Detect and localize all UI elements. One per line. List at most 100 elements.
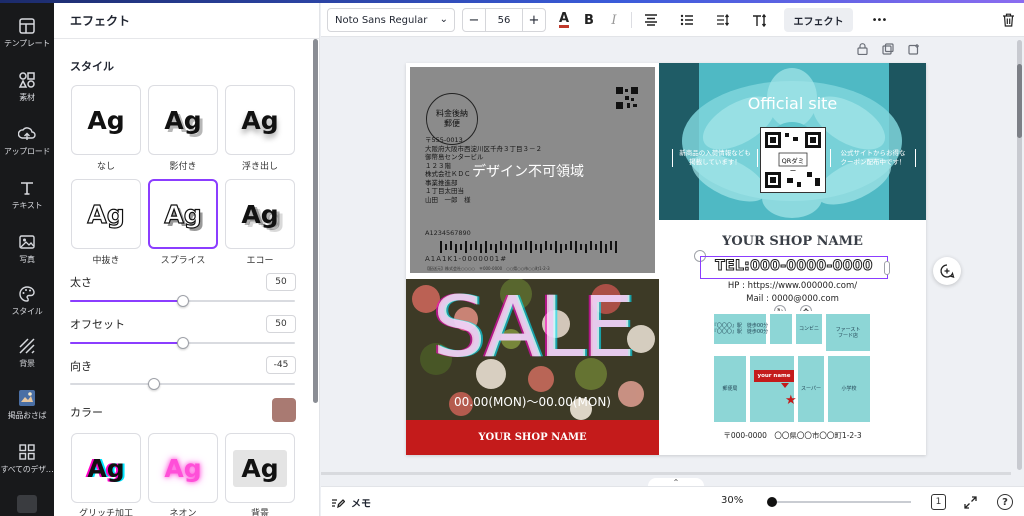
map-star-icon: ★ (785, 393, 797, 408)
zoom-slider[interactable] (767, 497, 911, 507)
page-count-button[interactable]: 1 (931, 494, 946, 510)
trash-icon[interactable] (996, 8, 1020, 32)
style-tile-glitch[interactable]: Ag (71, 433, 141, 503)
style-label: 背景 (250, 509, 269, 516)
rail-item-photo[interactable]: 写真 (0, 223, 54, 275)
style-tile-background[interactable]: Ag (225, 433, 295, 503)
sale-headline[interactable]: SALE (406, 278, 659, 376)
slider-knob[interactable] (148, 378, 161, 390)
italic-icon[interactable]: I (602, 8, 626, 32)
text-size-auto-icon[interactable] (748, 8, 772, 32)
style-tile-echo[interactable]: Ag (225, 179, 295, 249)
map-supermarket: スーパー (798, 356, 824, 422)
duplicate-icon[interactable] (880, 41, 896, 57)
thickness-slider[interactable] (70, 295, 295, 307)
line-spacing-icon[interactable] (711, 8, 735, 32)
stamp-line: 郵便 (444, 119, 460, 128)
rail-more-app-icon[interactable] (17, 495, 37, 513)
style-sample: Ag (87, 453, 125, 483)
text-color-button[interactable]: A (552, 8, 576, 32)
style-tile-none[interactable]: Ag (71, 85, 141, 155)
bold-icon[interactable]: B (577, 8, 601, 32)
map-convenience: コンビニ (796, 314, 822, 344)
shop-map: 『〇〇〇』駅 徒歩00分 『〇〇〇』駅 徒歩00分 コンビニ ファースト フード… (712, 311, 872, 426)
style-sample: Ag (241, 105, 279, 135)
rail-item-all-designs[interactable]: すべてのデザ… (0, 433, 54, 485)
canvas-scrollbar[interactable] (1017, 40, 1022, 470)
notes-button[interactable]: メモ (331, 495, 371, 510)
rail-label: すべてのデザ… (0, 465, 54, 474)
elements-icon (18, 72, 35, 88)
fullscreen-icon[interactable] (961, 493, 979, 511)
panel-divider (54, 38, 320, 39)
style-tile-lift[interactable]: Ag (225, 85, 295, 155)
mail-address: Mail : 0000@000.com (746, 294, 839, 304)
design-page[interactable]: 料金後納 郵便 〒555-0013 大阪府大阪市西淀川区千舟３丁目３－２ 御幣島… (406, 63, 926, 455)
style-sample: Ag (164, 105, 202, 135)
list-icon[interactable] (675, 8, 699, 32)
toolbar-divider (631, 12, 632, 28)
rail-item-elements[interactable]: 素材 (0, 61, 54, 113)
map-fastfood: ファースト フード店 (826, 314, 870, 351)
scroll-thumb[interactable] (1017, 64, 1022, 138)
rail-item-templates[interactable]: テンプレート (0, 7, 54, 59)
offset-value-input[interactable]: 50 (266, 315, 296, 333)
rail-item-background[interactable]: 背景 (0, 327, 54, 379)
decrease-size-button[interactable]: − (463, 13, 485, 28)
rail-item-style[interactable]: スタイル (0, 275, 54, 327)
font-size-stepper[interactable]: − 56 + (462, 8, 546, 32)
align-center-icon[interactable] (639, 8, 663, 32)
slider-knob[interactable] (176, 337, 189, 349)
font-size-input[interactable]: 56 (485, 9, 523, 31)
shop-address: 〒000-0000 〇〇県〇〇市〇〇町1-2-3 (723, 431, 862, 440)
increase-size-button[interactable]: + (523, 13, 545, 28)
zoom-knob[interactable] (767, 497, 777, 507)
postal-area[interactable]: 料金後納 郵便 〒555-0013 大阪府大阪市西淀川区千舟３丁目３－２ 御幣島… (410, 67, 655, 273)
direction-slider[interactable] (70, 378, 295, 390)
style-tile-hollow[interactable]: Ag (71, 179, 141, 249)
left-rail: テンプレート 素材 アップロード テキスト 写真 スタイル 背景 掲品おさば す… (0, 3, 54, 516)
photo-icon (19, 235, 35, 249)
bottom-bar: メモ 30% 1 ? (321, 486, 1024, 516)
panel-scrollbar[interactable] (313, 39, 318, 403)
more-options-icon[interactable]: ••• (867, 8, 891, 32)
effects-button[interactable]: エフェクト (784, 8, 853, 32)
slider-label-offset: オフセット (70, 318, 125, 331)
app-icon (19, 390, 35, 406)
rail-label: 写真 (19, 255, 35, 264)
font-family-select[interactable]: Noto Sans Regular ⌄ (327, 8, 455, 32)
rail-item-upload[interactable]: アップロード (0, 115, 54, 167)
slider-label-direction: 向き (70, 360, 92, 373)
caption-bracket-mid-right (830, 149, 831, 167)
slider-knob[interactable] (176, 295, 189, 307)
lock-icon[interactable] (854, 41, 870, 57)
style-label: なし (96, 162, 115, 172)
thickness-value-input[interactable]: 50 (266, 273, 296, 291)
color-swatch[interactable] (272, 398, 296, 422)
style-label: 影付き (169, 162, 197, 172)
side-resize-handle[interactable] (884, 261, 890, 275)
effects-panel: エフェクト スタイル Ag なし Ag 影付き Ag 浮き出し Ag 中抜き A… (54, 3, 320, 516)
caption-line: 公式サイトからお得な (840, 149, 906, 157)
rail-label: 素材 (19, 93, 35, 102)
style-sample: Ag (233, 449, 287, 487)
offset-slider[interactable] (70, 337, 295, 349)
map-block (750, 356, 794, 422)
all-designs-icon (19, 444, 35, 460)
help-button[interactable]: ? (997, 494, 1013, 510)
style-tile-shadow[interactable]: Ag (148, 85, 218, 155)
comment-add-button[interactable] (933, 257, 961, 285)
customer-barcode (440, 241, 617, 253)
style-heading: スタイル (70, 60, 114, 73)
tel-text[interactable]: TEL:000-0000-0000 (700, 258, 888, 275)
slider-fill (70, 383, 154, 385)
direction-value-input[interactable]: -45 (266, 356, 296, 374)
rail-item-text[interactable]: テキスト (0, 169, 54, 221)
rail-label: アップロード (3, 147, 51, 156)
rail-item-app[interactable]: 掲品おさば (0, 379, 54, 431)
style-tile-splice[interactable]: Ag (148, 179, 218, 249)
add-page-icon[interactable] (906, 41, 922, 57)
canvas-h-scrollbar[interactable] (321, 472, 1011, 475)
style-tile-neon[interactable]: Ag (148, 433, 218, 503)
homepage-url: HP : https://www.000000.com/ (727, 281, 858, 291)
